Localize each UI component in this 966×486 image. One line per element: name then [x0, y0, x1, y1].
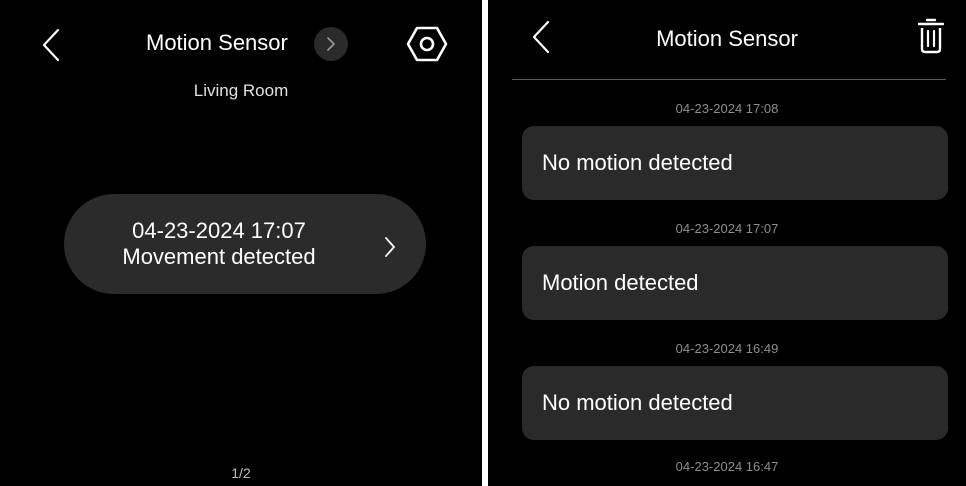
device-title: Motion Sensor — [146, 30, 288, 55]
page-indicator: 1/2 — [231, 465, 251, 481]
log-entry-label: No motion detected — [542, 390, 733, 415]
chevron-left-icon — [42, 28, 60, 62]
log-entry-time: 04-23-2024 17:08 — [675, 101, 779, 116]
history-screen: Motion Sensor 04-23-2024 17:08 No motion… — [488, 0, 966, 486]
back-button[interactable] — [38, 26, 68, 64]
settings-button[interactable] — [405, 22, 449, 66]
log-entry-time: 04-23-2024 16:47 — [675, 459, 779, 474]
header-divider — [512, 79, 946, 80]
log-entry-card: No motion detected — [522, 366, 948, 440]
log-entry-card: Motion detected — [522, 246, 948, 320]
device-main-screen: Motion Sensor Living Room 04-23-2024 17:… — [0, 0, 482, 486]
latest-status-card[interactable]: 04-23-2024 17:07 Movement detected — [64, 194, 426, 294]
latest-status-timestamp: 04-23-2024 17:07 — [132, 218, 306, 243]
delete-history-button[interactable] — [914, 16, 948, 56]
device-details-button[interactable] — [314, 27, 348, 61]
chevron-right-icon — [385, 237, 395, 257]
room-name: Living Room — [193, 81, 289, 100]
log-entry-time: 04-23-2024 16:49 — [675, 341, 779, 356]
log-entry-time: 04-23-2024 17:07 — [675, 221, 779, 236]
log-entry-label: No motion detected — [542, 150, 733, 175]
log-entry-card: No motion detected — [522, 126, 948, 200]
history-title: Motion Sensor — [656, 26, 798, 51]
chevron-right-icon — [327, 37, 335, 51]
hexagon-settings-icon — [406, 26, 448, 62]
latest-status-message: Movement detected — [122, 244, 316, 269]
trash-icon — [917, 18, 945, 54]
log-entry-label: Motion detected — [542, 270, 699, 295]
latest-status-text: 04-23-2024 17:07 Movement detected — [64, 218, 374, 270]
